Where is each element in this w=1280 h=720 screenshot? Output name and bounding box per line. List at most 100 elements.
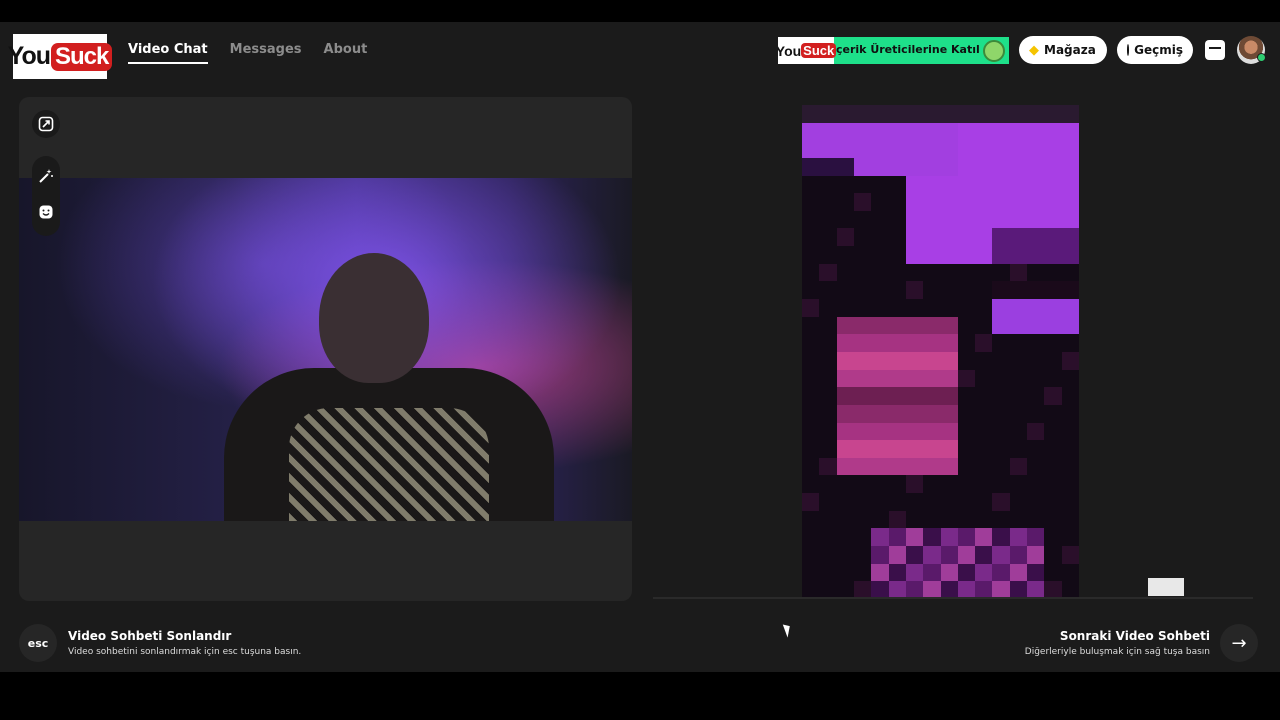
pixel-block — [957, 528, 976, 547]
pixel-block — [819, 122, 837, 141]
pixel-block — [1061, 334, 1079, 352]
pixel-block — [1009, 422, 1028, 441]
pixel-block — [836, 299, 854, 317]
pixel-block — [940, 440, 958, 458]
pixel-block — [940, 475, 958, 494]
nav-about[interactable]: About — [324, 42, 368, 64]
pixel-block — [957, 493, 976, 511]
pixel-block — [975, 404, 993, 423]
yousuck-logo[interactable]: You Suck — [8, 34, 113, 79]
pixel-block — [975, 563, 993, 582]
pixel-block — [940, 546, 958, 564]
pixel-block — [1027, 369, 1045, 388]
pixel-block — [992, 493, 1010, 511]
pixel-block — [1061, 157, 1079, 176]
pixel-block — [1009, 228, 1028, 247]
next-chat-button[interactable]: → — [1220, 624, 1258, 662]
pixel-block — [819, 457, 837, 476]
pixel-block — [992, 228, 1010, 247]
pixel-block — [957, 263, 976, 282]
pixel-block — [905, 228, 924, 247]
clock-icon — [1127, 44, 1135, 56]
pixel-block — [836, 528, 854, 547]
pixel-block — [1044, 281, 1062, 300]
arrow-right-icon: → — [1231, 632, 1247, 654]
pixel-block — [836, 175, 854, 194]
pixel-block — [923, 299, 941, 317]
creator-join-banner[interactable]: You Suck çerik Üreticilerine Katıl — [778, 37, 1009, 64]
pixel-block — [1009, 510, 1028, 529]
pixel-block — [871, 457, 889, 476]
online-status-dot — [1257, 53, 1266, 62]
face-filter-button[interactable] — [38, 204, 54, 220]
banner-logo-you: You — [778, 42, 802, 59]
pixel-block — [819, 210, 837, 229]
pixel-block — [802, 263, 820, 282]
pixel-block — [1044, 334, 1062, 352]
pixel-block — [819, 193, 837, 211]
magic-wand-button[interactable] — [38, 168, 54, 184]
pixel-block — [819, 369, 837, 388]
pixel-block — [975, 422, 993, 441]
pixel-block — [819, 299, 837, 317]
pixel-block — [1044, 510, 1062, 529]
archive-icon[interactable] — [1205, 40, 1225, 60]
nav-messages[interactable]: Messages — [230, 42, 302, 64]
stranger-video-panel — [645, 97, 1260, 601]
pixel-block — [905, 351, 924, 370]
pixel-block — [1044, 351, 1062, 370]
pixel-block — [853, 157, 872, 176]
pixel-block — [888, 210, 906, 229]
pixel-block — [1009, 404, 1028, 423]
pixel-block — [940, 193, 958, 211]
pixel-block — [871, 369, 889, 388]
pixel-block — [957, 563, 976, 582]
pixel-block — [871, 281, 889, 300]
pixel-block — [1009, 281, 1028, 300]
pixel-block — [888, 510, 906, 529]
pixel-block — [802, 157, 820, 176]
pixel-block — [888, 387, 906, 405]
store-button[interactable]: ◆ Mağaza — [1019, 36, 1107, 64]
pixel-block — [802, 140, 820, 158]
pixel-block — [975, 528, 993, 547]
pixel-block — [1061, 457, 1079, 476]
end-chat-button[interactable]: esc — [19, 624, 57, 662]
pixel-block — [1061, 404, 1079, 423]
nav-video-chat[interactable]: Video Chat — [128, 42, 208, 64]
pixel-block — [1009, 334, 1028, 352]
pixel-block — [802, 175, 820, 194]
pixel-block — [957, 210, 976, 229]
pixel-block — [957, 140, 976, 158]
pixel-block — [1027, 440, 1045, 458]
pixel-block — [975, 546, 993, 564]
pixel-block — [1044, 493, 1062, 511]
pixel-block — [802, 122, 820, 141]
pixel-block — [923, 140, 941, 158]
pixel-block — [819, 175, 837, 194]
pixel-block — [1061, 475, 1079, 494]
pixel-block — [975, 157, 993, 176]
pixel-block — [905, 299, 924, 317]
pixel-block — [992, 528, 1010, 547]
pixel-block — [871, 422, 889, 441]
next-chat-hint: Sonraki Video Sohbeti Diğerleriyle buluş… — [1025, 629, 1210, 657]
pixel-block — [853, 263, 872, 282]
pixel-block — [871, 228, 889, 247]
expand-button[interactable] — [32, 110, 60, 138]
pixel-block — [923, 175, 941, 194]
pixel-block — [1027, 546, 1045, 564]
pixel-block — [871, 157, 889, 176]
pixel-block — [836, 563, 854, 582]
banner-text: çerik Üreticilerine Katıl — [836, 43, 980, 56]
pixel-block — [1044, 475, 1062, 494]
pixel-block — [802, 299, 820, 317]
pixel-block — [888, 440, 906, 458]
history-button[interactable]: Geçmiş — [1117, 36, 1193, 64]
pixel-block — [1061, 351, 1079, 370]
pixel-block — [836, 105, 854, 123]
pixel-block — [1044, 157, 1062, 176]
avatar[interactable] — [1237, 36, 1266, 64]
pixel-block — [871, 175, 889, 194]
pixel-block — [802, 105, 820, 123]
